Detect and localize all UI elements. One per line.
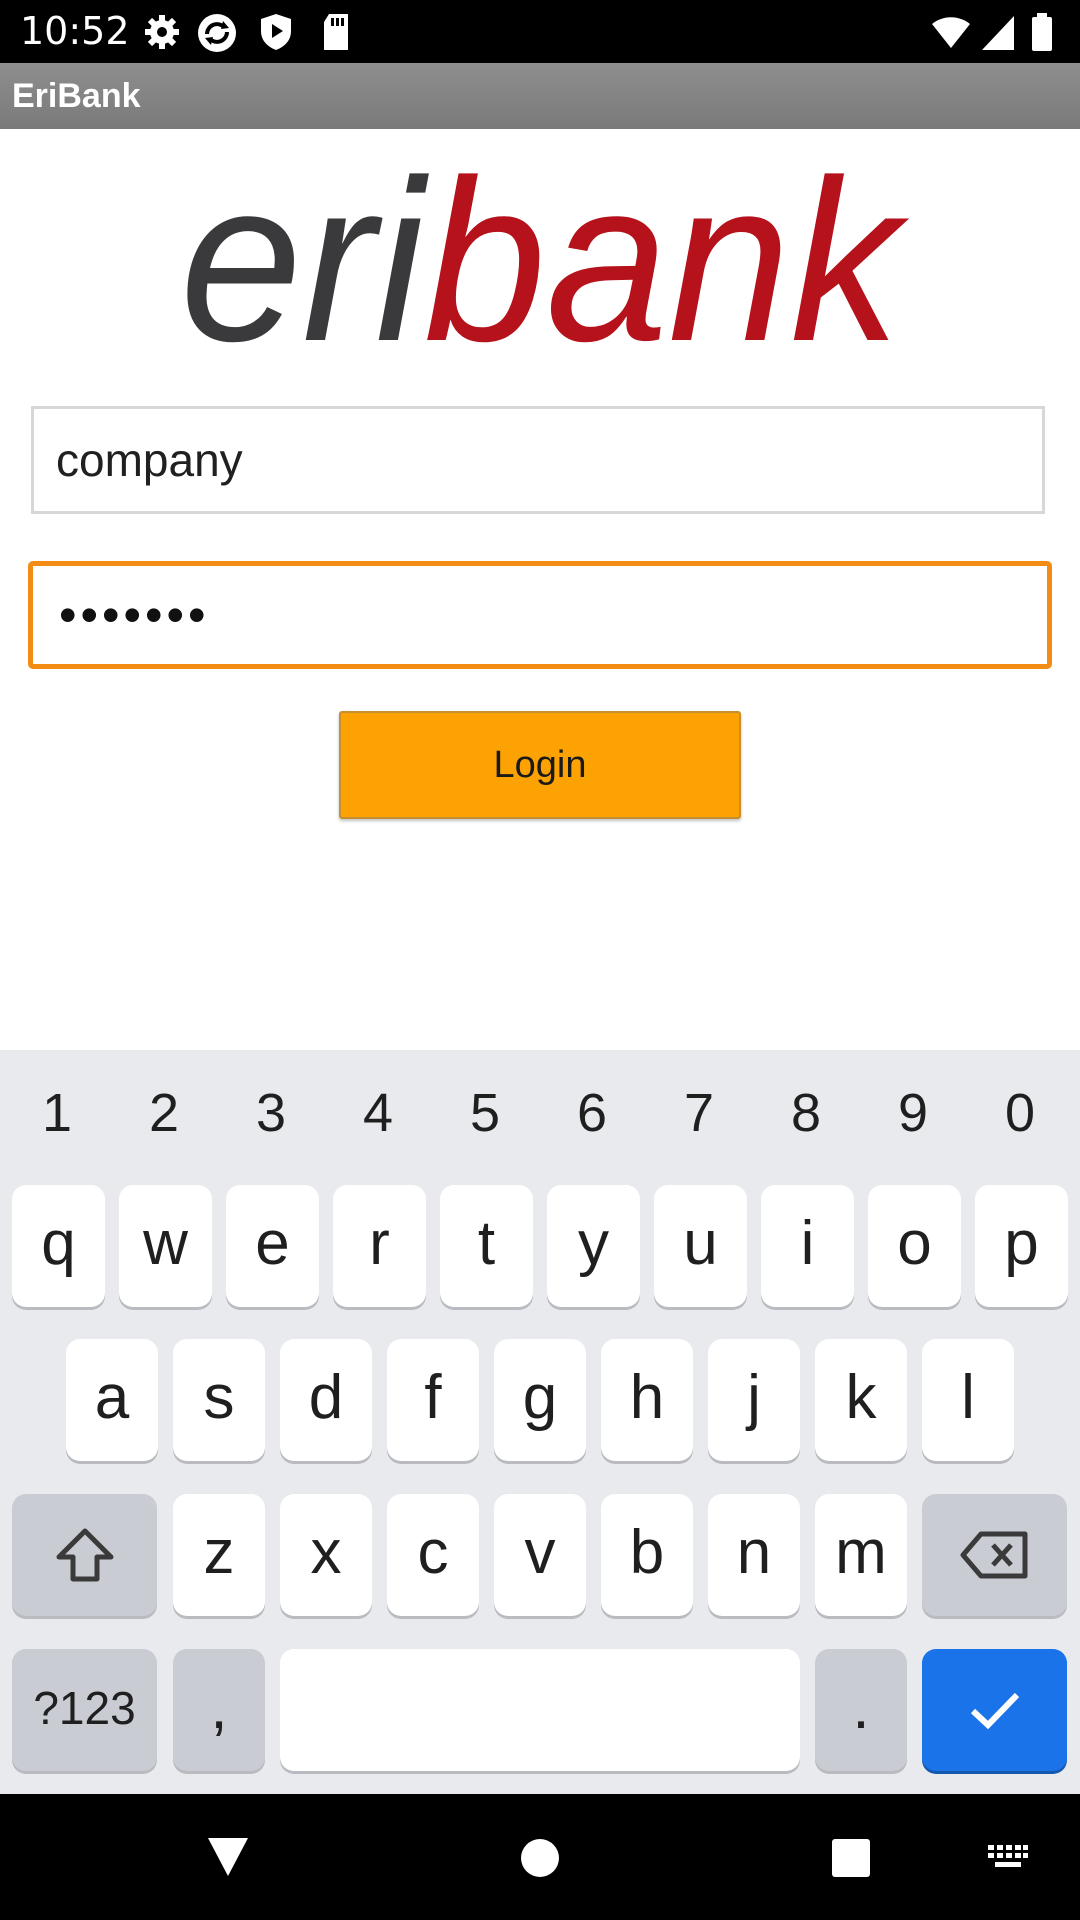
key-t[interactable]: t bbox=[440, 1185, 533, 1307]
app-title: EriBank bbox=[12, 77, 141, 115]
shift-key[interactable] bbox=[12, 1494, 157, 1616]
gear-icon bbox=[145, 15, 179, 49]
sync-icon bbox=[198, 14, 236, 52]
key-y[interactable]: y bbox=[547, 1185, 640, 1307]
navigation-bar bbox=[0, 1794, 1080, 1920]
space-key[interactable] bbox=[280, 1649, 800, 1771]
key-c[interactable]: c bbox=[387, 1494, 479, 1616]
recents-icon[interactable] bbox=[831, 1838, 871, 1878]
key-1[interactable]: 1 bbox=[17, 1080, 97, 1146]
home-icon[interactable] bbox=[520, 1838, 560, 1878]
key-3[interactable]: 3 bbox=[231, 1080, 311, 1146]
key-4[interactable]: 4 bbox=[338, 1080, 418, 1146]
key-z[interactable]: z bbox=[173, 1494, 265, 1616]
sd-card-icon bbox=[324, 14, 348, 50]
svg-text:eribank: eribank bbox=[180, 160, 910, 360]
key-i[interactable]: i bbox=[761, 1185, 854, 1307]
comma-key[interactable]: , bbox=[173, 1649, 265, 1771]
key-v[interactable]: v bbox=[494, 1494, 586, 1616]
battery-icon bbox=[1032, 13, 1052, 51]
key-h[interactable]: h bbox=[601, 1339, 693, 1461]
wifi-icon bbox=[932, 17, 970, 48]
key-x[interactable]: x bbox=[280, 1494, 372, 1616]
key-w[interactable]: w bbox=[119, 1185, 212, 1307]
status-bar: 10:52 bbox=[0, 0, 1080, 63]
key-l[interactable]: l bbox=[922, 1339, 1014, 1461]
app-bar: EriBank bbox=[0, 63, 1080, 129]
logo-bank: bank bbox=[424, 160, 910, 360]
key-p[interactable]: p bbox=[975, 1185, 1068, 1307]
done-key[interactable] bbox=[922, 1649, 1067, 1771]
login-button[interactable]: Login bbox=[339, 711, 741, 819]
password-field[interactable]: ••••••• bbox=[28, 561, 1052, 669]
key-f[interactable]: f bbox=[387, 1339, 479, 1461]
key-e[interactable]: e bbox=[226, 1185, 319, 1307]
username-field[interactable]: company bbox=[31, 406, 1045, 514]
key-m[interactable]: m bbox=[815, 1494, 907, 1616]
logo-eri: eri bbox=[180, 160, 430, 360]
status-time: 10:52 bbox=[20, 9, 130, 53]
key-b[interactable]: b bbox=[601, 1494, 693, 1616]
key-8[interactable]: 8 bbox=[766, 1080, 846, 1146]
key-6[interactable]: 6 bbox=[552, 1080, 632, 1146]
key-j[interactable]: j bbox=[708, 1339, 800, 1461]
play-protect-icon bbox=[261, 14, 291, 50]
key-q[interactable]: q bbox=[12, 1185, 105, 1307]
key-s[interactable]: s bbox=[173, 1339, 265, 1461]
key-k[interactable]: k bbox=[815, 1339, 907, 1461]
key-a[interactable]: a bbox=[66, 1339, 158, 1461]
key-g[interactable]: g bbox=[494, 1339, 586, 1461]
key-u[interactable]: u bbox=[654, 1185, 747, 1307]
signal-icon bbox=[982, 16, 1014, 50]
key-7[interactable]: 7 bbox=[659, 1080, 739, 1146]
key-5[interactable]: 5 bbox=[445, 1080, 525, 1146]
eribank-logo: eribank bbox=[180, 160, 910, 360]
keyboard-switch-icon[interactable] bbox=[987, 1844, 1029, 1872]
key-n[interactable]: n bbox=[708, 1494, 800, 1616]
key-0[interactable]: 0 bbox=[980, 1080, 1060, 1146]
backspace-key[interactable] bbox=[922, 1494, 1067, 1616]
checkmark-icon bbox=[970, 1692, 1019, 1730]
password-value: ••••••• bbox=[59, 587, 210, 643]
shift-icon bbox=[56, 1528, 113, 1582]
status-right-icons bbox=[930, 12, 1080, 52]
symbols-key[interactable]: ?123 bbox=[12, 1649, 157, 1771]
period-key[interactable]: . bbox=[815, 1649, 907, 1771]
key-r[interactable]: r bbox=[333, 1185, 426, 1307]
key-9[interactable]: 9 bbox=[873, 1080, 953, 1146]
key-2[interactable]: 2 bbox=[124, 1080, 204, 1146]
username-value: company bbox=[56, 434, 243, 486]
key-o[interactable]: o bbox=[868, 1185, 961, 1307]
key-d[interactable]: d bbox=[280, 1339, 372, 1461]
backspace-icon bbox=[960, 1531, 1027, 1579]
back-icon[interactable] bbox=[206, 1836, 250, 1878]
